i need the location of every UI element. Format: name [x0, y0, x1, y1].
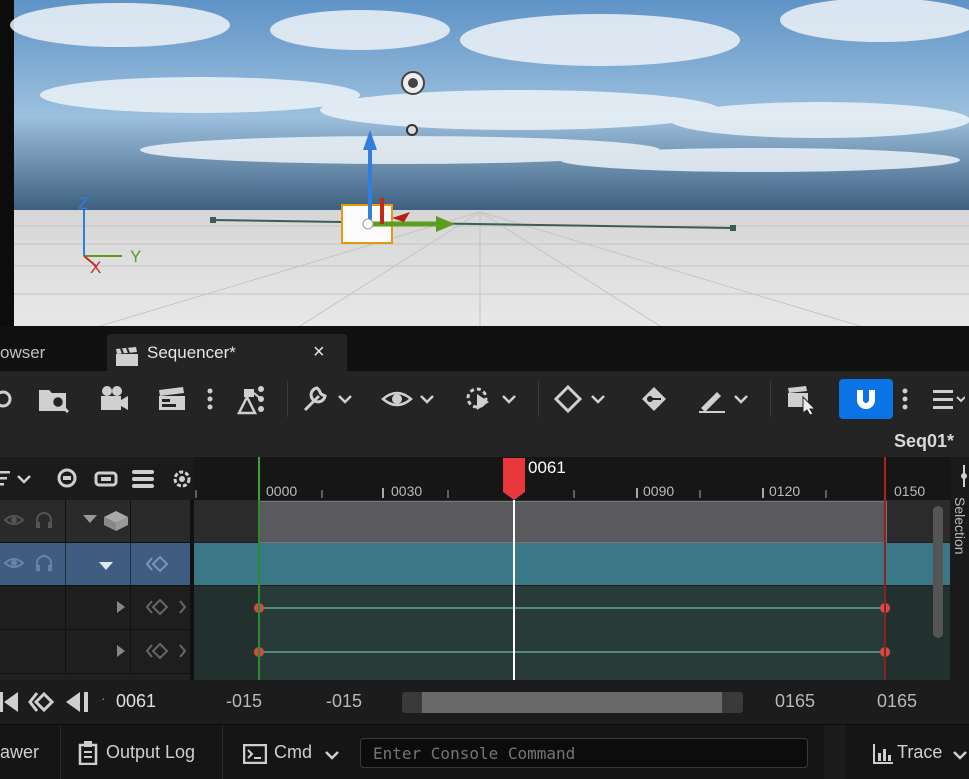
gear-icon[interactable] — [170, 467, 194, 491]
list-view-icon[interactable] — [131, 467, 155, 491]
view-range-end[interactable]: 0165 — [775, 691, 815, 712]
clapperboard-icon[interactable] — [154, 379, 190, 419]
add-key-icon[interactable] — [636, 379, 672, 419]
playhead-handle[interactable] — [502, 458, 526, 500]
ruler-tick-label: 0090 — [643, 483, 675, 499]
snapping-options-icon[interactable] — [896, 379, 914, 419]
eye-icon[interactable] — [3, 555, 25, 576]
filter-dropdown-icon[interactable] — [0, 467, 36, 491]
view-options-eye-icon[interactable] — [380, 379, 438, 419]
close-tab-icon[interactable]: × — [313, 334, 325, 371]
tab-label: Sequencer* — [147, 343, 236, 362]
content-drawer-button[interactable]: awer — [0, 742, 39, 763]
separator — [287, 381, 288, 417]
playhead-frame-label: 0061 — [528, 458, 566, 477]
level-viewport[interactable]: Z Y X — [0, 0, 969, 326]
ruler-tick-label: 0150 — [894, 483, 926, 499]
selection-side-panel[interactable]: Selection — [950, 457, 969, 680]
terminal-icon — [242, 743, 268, 769]
range-scroll-thumb[interactable] — [422, 692, 722, 713]
hamburger-menu-icon[interactable] — [930, 379, 966, 419]
key-display-icon[interactable] — [94, 467, 118, 491]
current-frame-field[interactable]: 0061 — [116, 691, 156, 712]
headphones-icon[interactable] — [34, 510, 54, 535]
snapping-magnet-button[interactable] — [839, 379, 893, 419]
tab-sequencer[interactable]: Sequencer* × — [107, 334, 347, 371]
timeline-range-scrollbar[interactable] — [402, 692, 743, 713]
pin-icon[interactable] — [960, 465, 969, 487]
search-tracks-icon[interactable] — [56, 467, 80, 491]
time-ruler[interactable]: 0000 0030 0090 0120 0150 0061 — [194, 457, 950, 500]
track-area — [0, 500, 950, 680]
console-command-input[interactable] — [360, 738, 808, 768]
headphones-icon[interactable] — [34, 553, 54, 578]
settings-partial-icon[interactable] — [0, 379, 14, 419]
edit-curve-pencil-icon[interactable] — [694, 379, 752, 419]
browse-content-icon[interactable] — [36, 379, 72, 419]
key-interpolation-icon[interactable] — [552, 379, 608, 419]
vertical-scrollbar[interactable] — [933, 506, 943, 638]
previous-key-icon[interactable] — [28, 690, 55, 719]
editor-status-bar: awer Output Log Cmd Trace — [0, 724, 969, 779]
outliner-header — [0, 457, 194, 500]
more-options-icon[interactable] — [200, 379, 220, 419]
tab-content-browser[interactable]: owser — [0, 334, 45, 371]
eye-icon[interactable] — [3, 512, 25, 533]
trace-dropdown[interactable]: Trace — [897, 742, 942, 763]
view-range-start[interactable]: -015 — [226, 691, 262, 712]
viewport-scene: Z Y X — [0, 0, 969, 326]
sequencer-toolbar — [0, 371, 969, 427]
cmd-dropdown[interactable]: Cmd — [274, 742, 312, 763]
clapperboard-icon — [115, 343, 139, 366]
keyframes-layer — [254, 500, 890, 680]
key-navigation-icon[interactable] — [145, 555, 186, 578]
ruler-tick-label: 0120 — [769, 483, 801, 499]
axis-label-z: Z — [78, 194, 88, 213]
track-row-selected[interactable] — [0, 543, 190, 586]
chevron-down-icon[interactable] — [324, 747, 340, 765]
playback-options-icon[interactable] — [462, 379, 520, 419]
chevron-down-icon[interactable] — [952, 747, 968, 765]
camera-rig-icon[interactable] — [234, 379, 270, 419]
sequence-header: Seq01* — [0, 427, 969, 457]
key-navigation-icon[interactable] — [145, 598, 190, 621]
jump-to-start-icon[interactable] — [0, 691, 20, 718]
working-range-start[interactable]: -015 — [326, 691, 362, 712]
step-back-icon[interactable] — [64, 691, 90, 718]
tab-row: owser Sequencer* × — [0, 326, 969, 371]
trace-chart-icon — [872, 743, 894, 770]
expand-arrow-icon[interactable] — [116, 600, 126, 619]
render-movie-icon[interactable] — [96, 379, 132, 419]
select-camera-cut-icon[interactable] — [784, 379, 820, 419]
ruler-tick-label: 0030 — [391, 483, 423, 499]
dot-separator: · — [101, 690, 106, 706]
axis-label-y: Y — [130, 247, 141, 266]
track-row-sub[interactable] — [0, 586, 190, 630]
selection-tab-label: Selection — [952, 497, 968, 555]
track-row-camera-cut[interactable] — [0, 500, 190, 543]
expand-arrow-icon[interactable] — [116, 644, 126, 663]
output-log-icon — [78, 741, 98, 770]
working-range-end[interactable]: 0165 — [877, 691, 917, 712]
axis-label-x: X — [90, 258, 101, 277]
transport-bar: · 0061 -015 -015 0165 0165 — [0, 680, 969, 724]
output-log-button[interactable]: Output Log — [106, 742, 195, 763]
tools-menu-icon[interactable] — [298, 379, 356, 419]
ruler-tick-label: 0000 — [266, 483, 298, 499]
tab-label: owser — [0, 343, 46, 362]
track-row-sub[interactable] — [0, 630, 190, 674]
separator — [770, 381, 771, 417]
separator — [538, 381, 539, 417]
collapse-arrow-icon[interactable] — [82, 512, 98, 530]
box-actor-icon — [104, 509, 130, 538]
key-navigation-icon[interactable] — [145, 642, 190, 665]
sequence-name: Seq01* — [893, 431, 954, 451]
collapse-arrow-icon[interactable] — [98, 559, 114, 577]
